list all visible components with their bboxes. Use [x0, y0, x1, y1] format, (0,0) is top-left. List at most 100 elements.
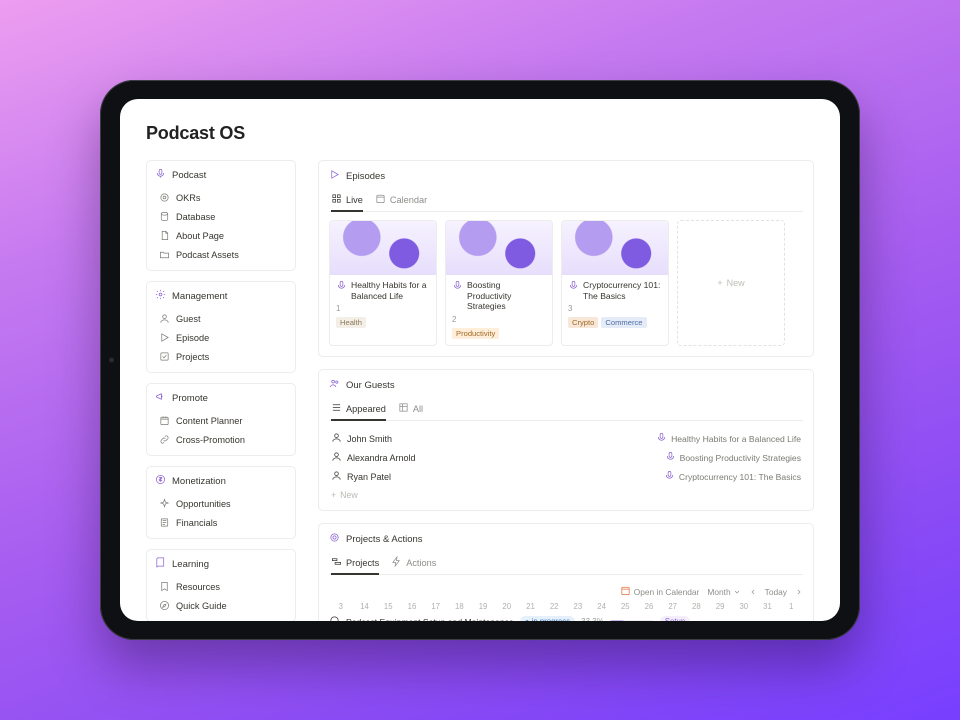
sidebar-section-promote: Promote Content Planner Cross-Promotion — [146, 383, 296, 456]
date-cell: 23 — [566, 602, 590, 611]
guest-row[interactable]: John Smith Healthy Habits for a Balanced… — [329, 429, 803, 448]
person-small-icon — [331, 470, 342, 483]
sidebar-item-quick-guide[interactable]: Quick Guide — [153, 596, 289, 615]
megaphone-icon — [155, 391, 166, 405]
sidebar-section-podcast: Podcast OKRs Database About Page Podcast… — [146, 160, 296, 271]
sidebar-item-guest[interactable]: Guest — [153, 309, 289, 328]
tab-live[interactable]: Live — [331, 189, 363, 211]
date-cell: 18 — [448, 602, 472, 611]
episode-number: 1 — [336, 304, 430, 313]
sidebar-head-management[interactable]: Management — [147, 282, 295, 309]
guest-name: John Smith — [347, 434, 392, 444]
tablet-frame: Podcast OS Podcast OKRs Database About P… — [100, 80, 860, 640]
guest-row[interactable]: Ryan Patel Cryptocurrency 101: The Basic… — [329, 467, 803, 486]
chevron-right-icon[interactable] — [795, 588, 803, 596]
sidebar-head-learning[interactable]: Learning — [147, 550, 295, 577]
guest-name: Alexandra Arnold — [347, 453, 416, 463]
sidebar-item-opportunities[interactable]: Opportunities — [153, 494, 289, 513]
date-cell: 31 — [756, 602, 780, 611]
sidebar-item-content-planner[interactable]: Content Planner — [153, 411, 289, 430]
sidebar-item-resources[interactable]: Resources — [153, 577, 289, 596]
date-cell: 24 — [590, 602, 614, 611]
today-button[interactable]: Today — [765, 587, 787, 597]
page-title: Podcast OS — [146, 123, 814, 144]
episode-add-button[interactable]: +New — [677, 220, 785, 346]
camera-dot — [109, 358, 114, 363]
bolt-icon — [391, 556, 402, 569]
play-icon — [159, 332, 170, 343]
person-small-icon — [331, 432, 342, 445]
date-cell: 26 — [637, 602, 661, 611]
play-outline-icon — [329, 169, 340, 183]
sidebar-item-okrs[interactable]: OKRs — [153, 188, 289, 207]
guests-list: John Smith Healthy Habits for a Balanced… — [329, 429, 803, 500]
calendar-small-icon — [375, 193, 386, 206]
episode-title: Cryptocurrency 101: The Basics — [583, 280, 662, 301]
projects-toolbar: Open in Calendar Month Today — [329, 583, 803, 602]
app-screen: Podcast OS Podcast OKRs Database About P… — [120, 99, 840, 621]
doc-icon — [159, 517, 170, 528]
episode-title: Boosting Productivity Strategies — [467, 280, 546, 312]
sidebar-item-assets[interactable]: Podcast Assets — [153, 245, 289, 264]
date-cell: 28 — [685, 602, 709, 611]
date-cell: 21 — [519, 602, 543, 611]
guest-row[interactable]: Alexandra Arnold Boosting Productivity S… — [329, 448, 803, 467]
timeline-icon — [331, 556, 342, 569]
episode-number: 2 — [452, 315, 546, 324]
episode-card[interactable]: Boosting Productivity Strategies 2 Produ… — [445, 220, 553, 346]
plus-icon: + — [717, 278, 722, 288]
tab-all[interactable]: All — [398, 398, 423, 420]
page-icon — [159, 230, 170, 241]
microphone-tiny-icon — [664, 470, 675, 483]
tab-calendar[interactable]: Calendar — [375, 189, 427, 211]
open-in-calendar-button[interactable]: Open in Calendar — [620, 585, 700, 598]
sparkle-icon — [159, 498, 170, 509]
sidebar-item-episode[interactable]: Episode — [153, 328, 289, 347]
sidebar-head-monetization[interactable]: Monetization — [147, 467, 295, 494]
microphone-small-icon — [568, 280, 579, 294]
sidebar-item-cross-promo[interactable]: Cross-Promotion — [153, 430, 289, 449]
sidebar-item-projects[interactable]: Projects — [153, 347, 289, 366]
compass-icon — [159, 600, 170, 611]
guest-episode: Healthy Habits for a Balanced Life — [671, 434, 801, 444]
grid-icon — [331, 193, 342, 206]
people-icon — [329, 378, 340, 392]
calendar-orange-icon — [620, 585, 631, 598]
guest-episode: Boosting Productivity Strategies — [680, 453, 801, 463]
projects-tabs: Projects Actions — [329, 552, 803, 575]
chevron-left-icon[interactable] — [749, 588, 757, 596]
episode-card[interactable]: Healthy Habits for a Balanced Life 1 Hea… — [329, 220, 437, 346]
date-cell: 29 — [708, 602, 732, 611]
sidebar-head-promote[interactable]: Promote — [147, 384, 295, 411]
tab-actions[interactable]: Actions — [391, 552, 436, 574]
person-small-icon — [331, 451, 342, 464]
sidebar-head-podcast[interactable]: Podcast — [147, 161, 295, 188]
plus-icon: + — [331, 490, 336, 500]
sidebar-item-database[interactable]: Database — [153, 207, 289, 226]
database-icon — [159, 211, 170, 222]
episode-thumbnail — [562, 221, 668, 275]
project-percent: 33.3% — [581, 617, 604, 621]
guests-header: Our Guests — [346, 380, 395, 391]
guests-new-button[interactable]: +New — [329, 486, 803, 500]
project-row[interactable]: Podcast Equipment Setup and Maintenance … — [329, 611, 803, 621]
microphone-small-icon — [452, 280, 463, 294]
date-cell: 3 — [329, 602, 353, 611]
sidebar-section-monetization: Monetization Opportunities Financials — [146, 466, 296, 539]
episode-card[interactable]: Cryptocurrency 101: The Basics 3 CryptoC… — [561, 220, 669, 346]
bookmark-icon — [159, 581, 170, 592]
date-cell: 17 — [424, 602, 448, 611]
date-cell: 14 — [353, 602, 377, 611]
view-select[interactable]: Month — [707, 587, 740, 597]
main-column: Episodes Live Calendar Healthy Habits fo… — [318, 160, 814, 611]
sidebar-item-financials[interactable]: Financials — [153, 513, 289, 532]
columns: Podcast OKRs Database About Page Podcast… — [146, 160, 814, 611]
project-progress-bar — [610, 620, 654, 621]
sidebar-item-about[interactable]: About Page — [153, 226, 289, 245]
episode-tag: Health — [336, 317, 366, 328]
target-outline-icon — [329, 532, 340, 546]
episode-thumbnail — [446, 221, 552, 275]
tab-projects[interactable]: Projects — [331, 552, 379, 574]
date-cell: 15 — [376, 602, 400, 611]
tab-appeared[interactable]: Appeared — [331, 398, 386, 420]
